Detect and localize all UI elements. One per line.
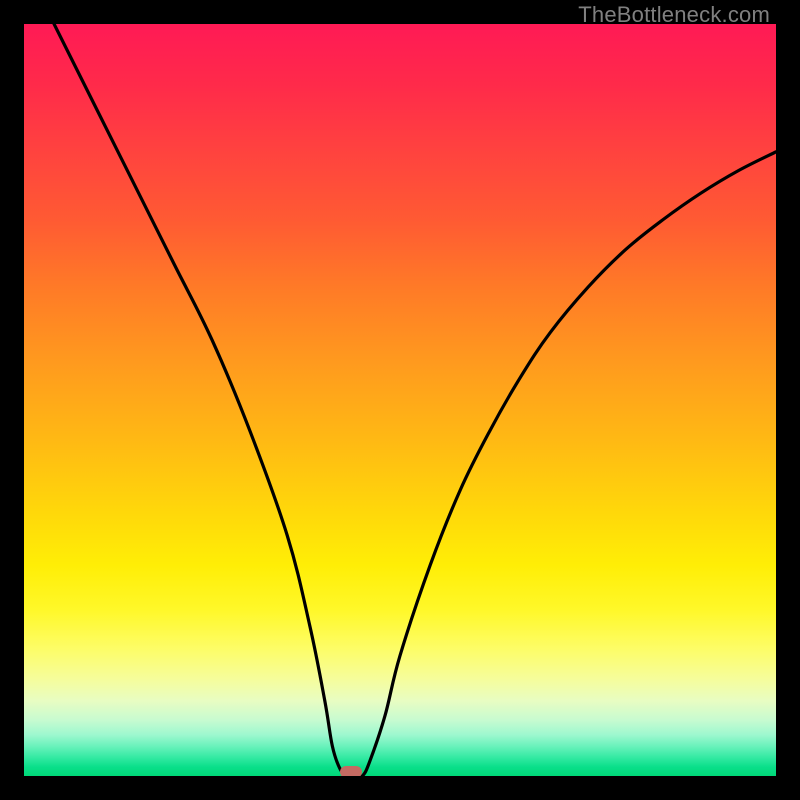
bottleneck-curve (24, 24, 776, 776)
minimum-marker (340, 766, 362, 776)
chart-plot-area (24, 24, 776, 776)
watermark-text: TheBottleneck.com (578, 2, 770, 28)
outer-frame: TheBottleneck.com (0, 0, 800, 800)
